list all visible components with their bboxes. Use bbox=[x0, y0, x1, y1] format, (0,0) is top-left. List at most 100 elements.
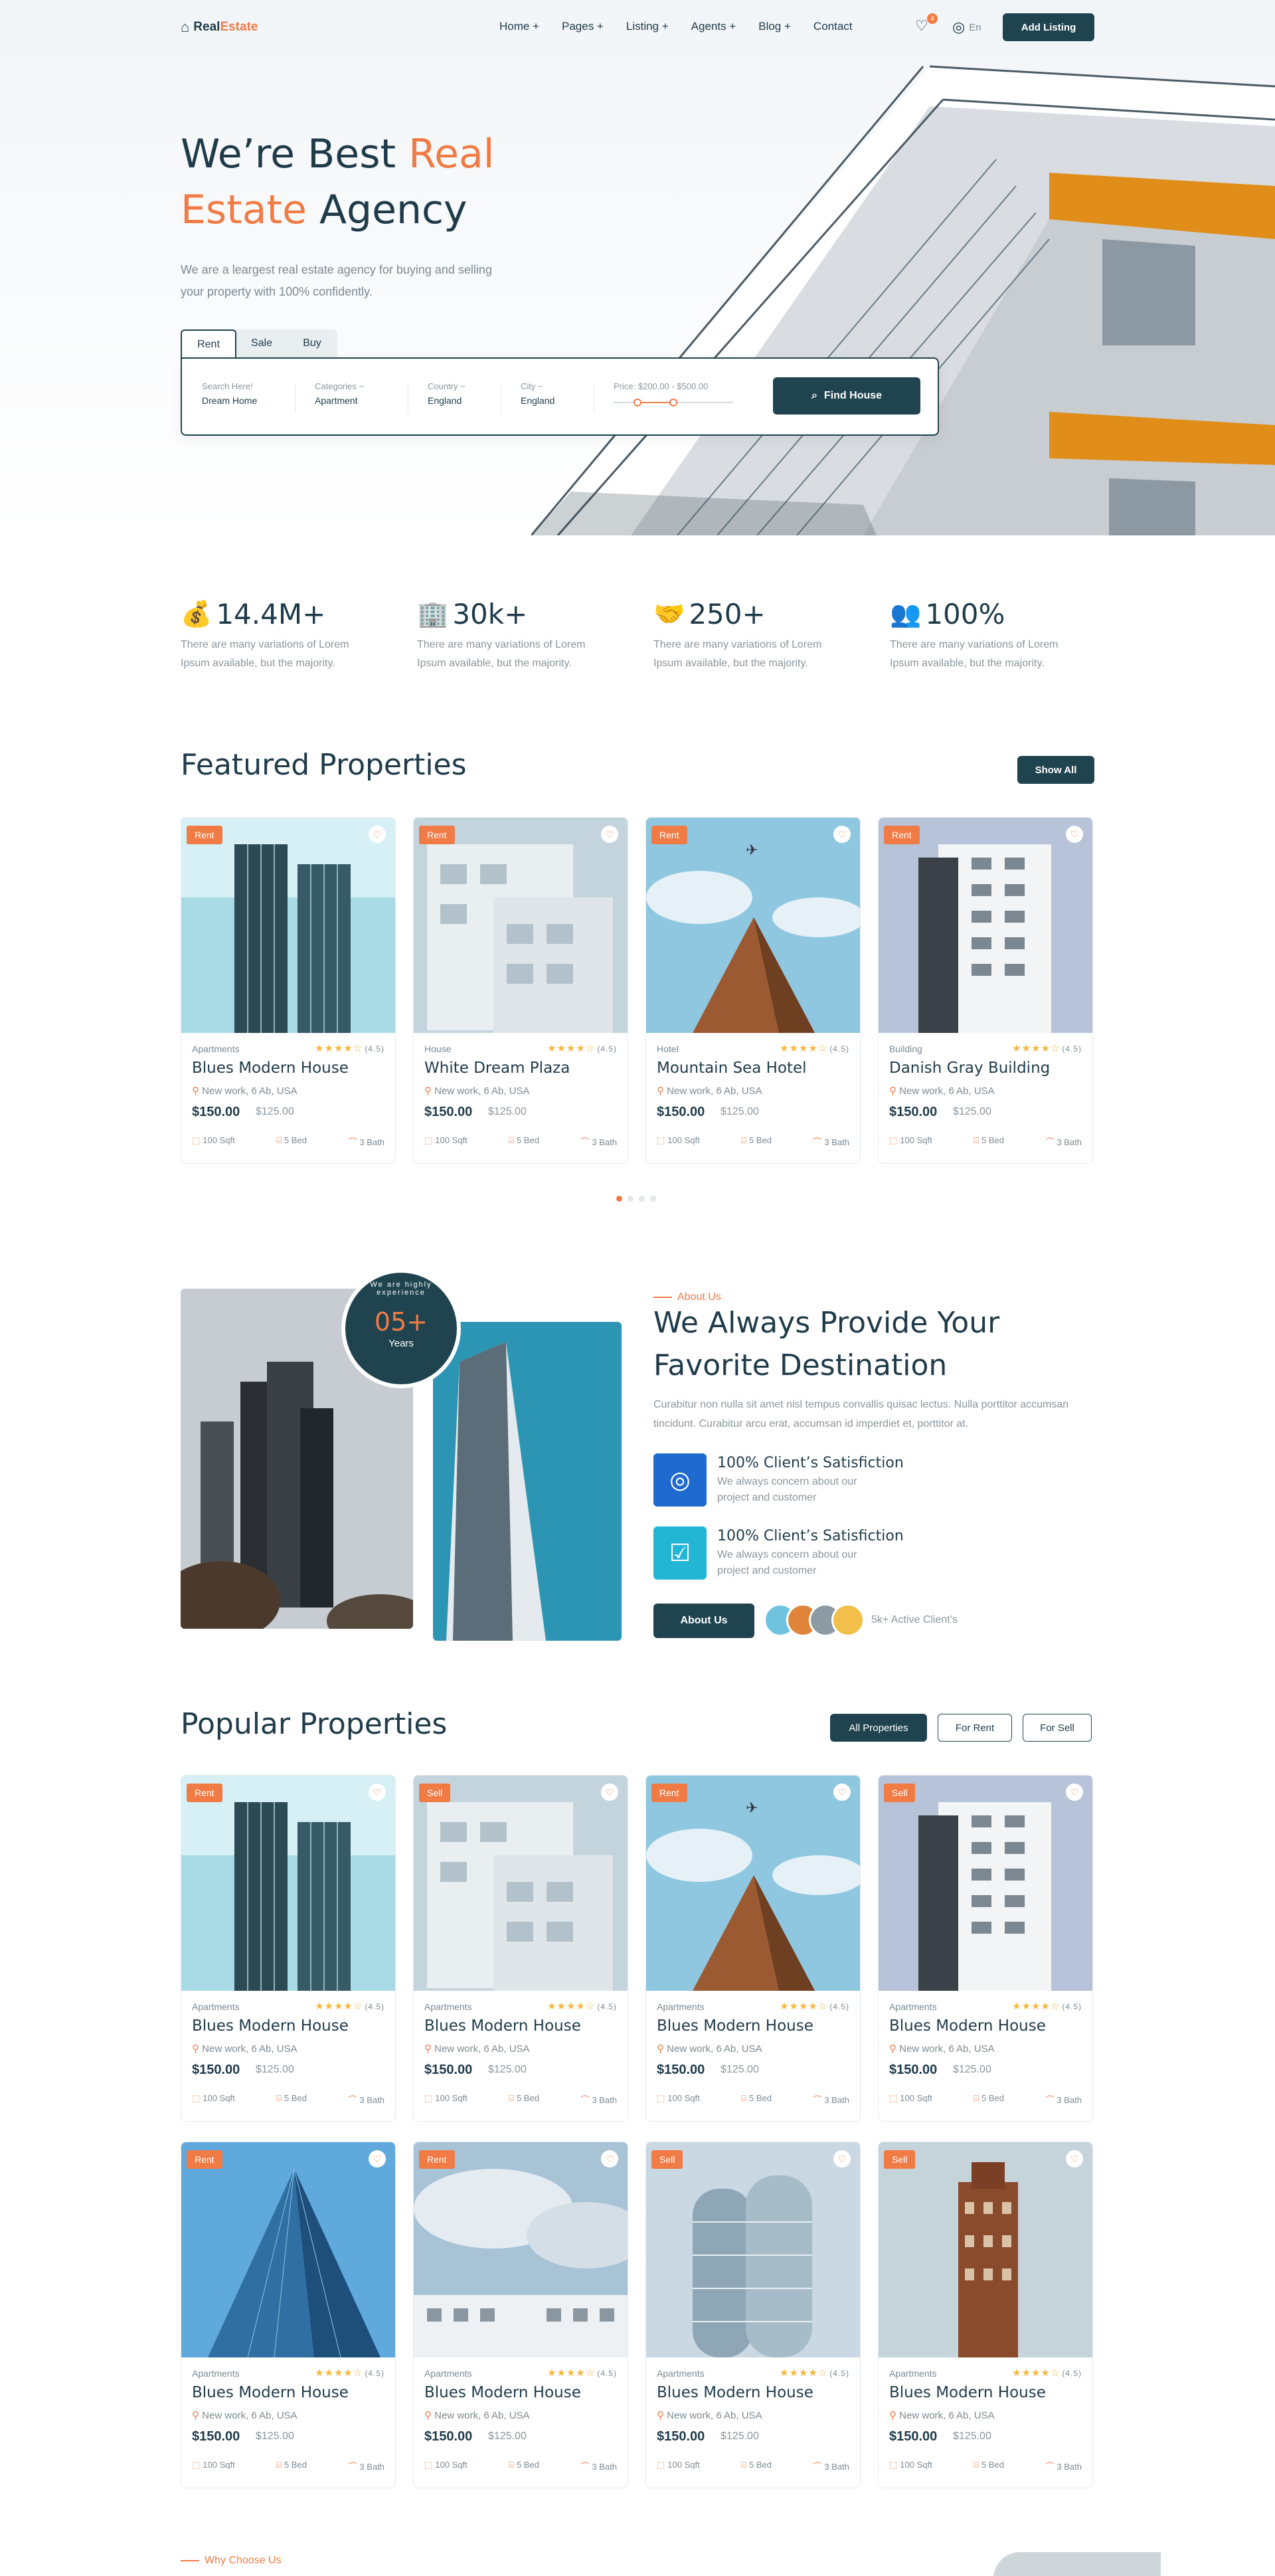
bed-info: ⌸ 5 Bed bbox=[741, 1135, 772, 1145]
show-all-button[interactable]: Show All bbox=[1017, 756, 1094, 784]
country-value: England bbox=[428, 395, 462, 406]
price-handle-min[interactable] bbox=[634, 399, 641, 407]
property-name[interactable]: Danish Gray Building bbox=[889, 1059, 1050, 1077]
property-name[interactable]: Mountain Sea Hotel bbox=[657, 1059, 807, 1077]
wishlist-button[interactable]: ♡ 4 bbox=[915, 13, 938, 36]
logo[interactable]: ⌂ RealEstate bbox=[181, 19, 258, 36]
property-card[interactable]: Sell ♡ Apartments ★★★★☆ (4.5) Blues Modern Ho… bbox=[645, 2142, 861, 2488]
heart-icon[interactable]: ♡ bbox=[1066, 2150, 1083, 2167]
property-location: ⚲ New work, 6 Ab, USA bbox=[192, 1085, 298, 1097]
tab-buy[interactable]: Buy bbox=[287, 329, 337, 357]
heart-icon[interactable]: ♡ bbox=[601, 826, 618, 843]
property-card[interactable]: Rent ♡ Apartments ★★★★☆ (4.5) Blues Modern Ho… bbox=[181, 1775, 396, 2122]
property-card[interactable]: ✈ Rent ♡ Apartments ★★★★☆ (4.5) Blues Modern H… bbox=[645, 1775, 861, 2122]
add-listing-button[interactable]: Add Listing bbox=[1003, 13, 1094, 41]
language-selector[interactable]: ◎ En bbox=[952, 19, 981, 36]
stats-section: 💰 14.4M+ There are many variations of Lo… bbox=[181, 598, 1094, 673]
location-pin-icon: ⚲ bbox=[424, 2410, 432, 2421]
status-badge: Rent bbox=[419, 2150, 455, 2169]
property-price: $150.00 bbox=[657, 2429, 705, 2444]
filter-rent[interactable]: For Rent bbox=[938, 1714, 1012, 1742]
nav-agents[interactable]: Agents + bbox=[691, 20, 736, 33]
tab-sale[interactable]: Sale bbox=[236, 329, 287, 357]
property-card[interactable]: Sell ♡ Apartments ★★★★☆ (4.5) Blues Modern Ho… bbox=[413, 1775, 628, 2122]
property-name[interactable]: Blues Modern House bbox=[424, 2384, 581, 2401]
nav-blog[interactable]: Blog + bbox=[758, 20, 791, 33]
country-select[interactable]: Country ~ England bbox=[428, 381, 466, 406]
property-name[interactable]: White Dream Plaza bbox=[424, 1059, 570, 1077]
filter-sell[interactable]: For Sell bbox=[1023, 1714, 1092, 1742]
feature-item: ☑ 100% Client’s Satisfiction We always c… bbox=[653, 1526, 904, 1580]
property-name[interactable]: Blues Modern House bbox=[889, 2384, 1046, 2401]
price-slider[interactable] bbox=[614, 398, 733, 407]
nav-contact[interactable]: Contact bbox=[813, 20, 853, 33]
property-location: ⚲ New work, 6 Ab, USA bbox=[889, 2043, 995, 2055]
heart-icon[interactable]: ♡ bbox=[601, 2150, 618, 2167]
heart-icon[interactable]: ♡ bbox=[833, 1784, 851, 1801]
nav-listing[interactable]: Listing + bbox=[626, 20, 669, 33]
carousel-dot-active[interactable] bbox=[616, 1196, 622, 1202]
property-name[interactable]: Blues Modern House bbox=[424, 2017, 581, 2035]
find-house-button[interactable]: ⌕ Find House bbox=[773, 377, 920, 414]
property-meta: ⬚ 100 Sqft ⌸ 5 Bed ⌒ 3 Bath bbox=[657, 2093, 849, 2106]
bath-info: ⌒ 3 Bath bbox=[348, 2462, 384, 2472]
property-card[interactable]: Rent ♡ Building ★★★★☆ (4.5) Danish Gray Build… bbox=[878, 817, 1093, 1164]
property-name[interactable]: Blues Modern House bbox=[192, 2384, 349, 2401]
bath-icon: ⌒ bbox=[580, 2462, 590, 2472]
heart-icon[interactable]: ♡ bbox=[1066, 1784, 1083, 1801]
heart-icon[interactable]: ♡ bbox=[369, 2150, 386, 2167]
property-old-price: $125.00 bbox=[721, 2064, 759, 2075]
categories-select[interactable]: Categories ~ Apartment bbox=[315, 381, 364, 406]
heart-icon[interactable]: ♡ bbox=[369, 826, 386, 843]
property-name[interactable]: Blues Modern House bbox=[192, 2017, 349, 2035]
money-hand-icon: 💰 bbox=[181, 600, 212, 628]
property-name[interactable]: Blues Modern House bbox=[192, 1059, 349, 1077]
property-image bbox=[879, 818, 1092, 1033]
nav-home[interactable]: Home + bbox=[499, 20, 539, 33]
tab-rent[interactable]: Rent bbox=[181, 329, 236, 359]
bath-icon: ⌒ bbox=[813, 1137, 822, 1147]
property-type: Apartments bbox=[424, 2368, 472, 2379]
property-card[interactable]: ✈ Rent ♡ Hotel ★★★★☆ (4.5) Mountain Sea Hotel ⚲… bbox=[645, 817, 861, 1164]
about-us-button[interactable]: About Us bbox=[653, 1604, 754, 1638]
heart-icon[interactable]: ♡ bbox=[601, 1784, 618, 1801]
stat-value: 14.4M+ bbox=[216, 598, 326, 630]
property-old-price: $125.00 bbox=[488, 1106, 527, 1117]
heart-icon[interactable]: ♡ bbox=[833, 2150, 851, 2167]
property-card[interactable]: Sell ♡ Apartments ★★★★☆ (4.5) Blues Modern Ho… bbox=[878, 1775, 1093, 2122]
price-handle-max[interactable] bbox=[669, 399, 677, 407]
badge-number: 05+ bbox=[374, 1307, 428, 1336]
city-select[interactable]: City ~ England bbox=[521, 381, 554, 406]
property-name[interactable]: Blues Modern House bbox=[657, 2384, 813, 2401]
property-old-price: $125.00 bbox=[256, 2431, 294, 2442]
filter-all[interactable]: All Properties bbox=[830, 1714, 927, 1742]
property-name[interactable]: Blues Modern House bbox=[889, 2017, 1046, 2035]
area-info: ⬚ 100 Sqft bbox=[192, 2093, 235, 2103]
carousel-dot[interactable] bbox=[639, 1196, 645, 1202]
search-field[interactable]: Search Here! Dream Home bbox=[202, 381, 257, 406]
avatar bbox=[831, 1604, 865, 1637]
property-price: $150.00 bbox=[657, 2063, 705, 2077]
rating-stars-icon: ★★★★☆ (4.5) bbox=[547, 2001, 617, 2012]
nav-pages[interactable]: Pages + bbox=[562, 20, 604, 33]
carousel-dot[interactable] bbox=[628, 1196, 634, 1202]
carousel-dot[interactable] bbox=[650, 1196, 656, 1202]
rating-stars-icon: ★★★★☆ (4.5) bbox=[1012, 1043, 1082, 1054]
property-card[interactable]: Sell ♡ Apartments ★★★★☆ (4.5) Blues Modern Ho… bbox=[878, 2142, 1093, 2488]
stat-value: 250+ bbox=[689, 598, 766, 630]
categories-label: Categories ~ bbox=[315, 381, 365, 391]
rating-stars-icon: ★★★★☆ (4.5) bbox=[1012, 2367, 1082, 2379]
property-card[interactable]: Rent ♡ Apartments ★★★★☆ (4.5) Blues Modern Ho… bbox=[181, 2142, 396, 2488]
property-card[interactable]: Rent ♡ House ★★★★☆ (4.5) White Dream Plaza ⚲ N… bbox=[413, 817, 628, 1164]
property-name[interactable]: Blues Modern House bbox=[657, 2017, 813, 2035]
rating-value: (4.5) bbox=[597, 2369, 617, 2378]
bed-icon: ⌸ bbox=[276, 2093, 282, 2103]
property-card[interactable]: Rent ♡ Apartments ★★★★☆ (4.5) Blues Modern Ho… bbox=[181, 817, 396, 1164]
heart-icon[interactable]: ♡ bbox=[369, 1784, 386, 1801]
bath-icon: ⌒ bbox=[348, 2095, 357, 2105]
rating-stars-icon: ★★★★☆ (4.5) bbox=[315, 1043, 384, 1054]
heart-icon[interactable]: ♡ bbox=[833, 826, 851, 843]
brand-name: Real bbox=[193, 20, 220, 34]
heart-icon[interactable]: ♡ bbox=[1066, 826, 1083, 843]
property-card[interactable]: Rent ♡ Apartments ★★★★☆ (4.5) Blues Modern Ho… bbox=[413, 2142, 628, 2488]
